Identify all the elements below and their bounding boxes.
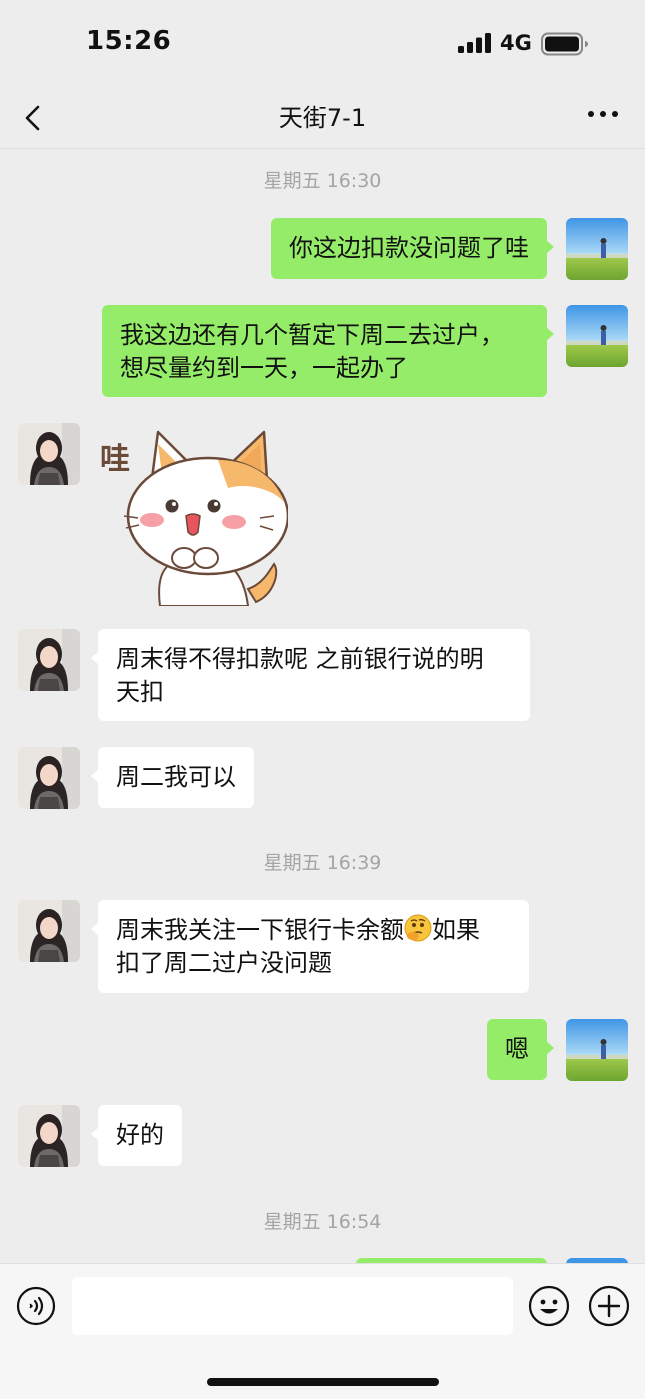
message-text: 周末我关注一下银行卡余额 (116, 916, 404, 944)
timestamp: 星期五 16:54 (263, 1211, 382, 1233)
contact-avatar[interactable] (18, 747, 80, 809)
message-input[interactable] (72, 1277, 513, 1335)
nav-bar: 天街7-1 (0, 88, 645, 149)
message-bubble-received[interactable]: 好的 (91, 1105, 182, 1166)
message-bubble-sent[interactable]: 嗯 (487, 1019, 554, 1080)
message-bubble-received[interactable]: 周二我可以 (91, 747, 254, 808)
timestamp: 星期五 16:30 (263, 170, 382, 192)
more-dots-icon[interactable] (586, 104, 620, 124)
message-bubble-received[interactable]: 周末我关注一下银行卡余额 如果 扣了周二过户没问题 (91, 900, 529, 993)
contact-avatar[interactable] (18, 629, 80, 691)
timestamp: 星期五 16:39 (263, 852, 382, 874)
home-indicator[interactable] (207, 1378, 439, 1386)
contact-avatar[interactable] (18, 900, 80, 962)
message-bubble-sent[interactable]: 我这边还有几个暂定下周二去过户， 想尽量约到一天，一起办了 (102, 305, 554, 397)
self-avatar[interactable] (566, 1019, 628, 1081)
network-type: 4G (500, 31, 532, 55)
battery-icon (541, 32, 588, 56)
sticker-caption: 哇 (100, 442, 130, 477)
contact-avatar[interactable] (18, 423, 80, 485)
self-avatar[interactable] (566, 305, 628, 367)
status-bar: 15:26 4G (0, 0, 645, 88)
message-bubble-received[interactable]: 周末得不得扣款呢 之前银行说的明 天扣 (91, 629, 530, 721)
emoji-icon[interactable] (528, 1285, 570, 1327)
signal-icon (458, 33, 491, 53)
self-avatar[interactable] (566, 218, 628, 280)
plus-icon[interactable] (588, 1285, 630, 1327)
thinking-face-icon (404, 914, 432, 942)
contact-avatar[interactable] (18, 1105, 80, 1167)
cat-sticker[interactable]: 哇 (98, 424, 288, 606)
status-time: 15:26 (86, 26, 172, 56)
chat-title: 天街7-1 (278, 104, 367, 132)
voice-icon[interactable] (16, 1286, 56, 1326)
message-bubble-sent[interactable]: 你这边扣款没问题了哇 (271, 218, 554, 279)
